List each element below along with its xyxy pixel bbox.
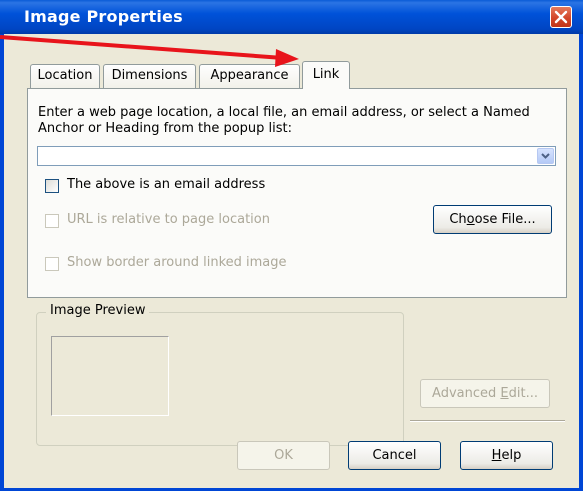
relative-url-checkbox[interactable] xyxy=(45,214,59,228)
show-border-checkbox[interactable] xyxy=(45,257,59,271)
email-address-checkbox[interactable] xyxy=(45,179,59,193)
close-icon xyxy=(554,10,568,24)
advanced-edit-mnemonic: E xyxy=(500,386,509,401)
choose-file-mnemonic: o xyxy=(466,212,475,227)
choose-file-label-b: ose File... xyxy=(474,212,536,227)
ok-button[interactable]: OK xyxy=(237,441,330,470)
advanced-edit-button[interactable]: Advanced Edit... xyxy=(420,379,550,408)
help-mnemonic: H xyxy=(491,448,502,463)
image-preview-area xyxy=(51,336,169,416)
choose-file-button[interactable]: Choose File... xyxy=(433,205,552,234)
window-frame-left xyxy=(0,34,4,491)
advanced-edit-label-b: dit... xyxy=(508,386,538,401)
advanced-edit-label-a: Advanced xyxy=(432,386,501,401)
chevron-down-icon xyxy=(541,153,550,159)
choose-file-label-a: Ch xyxy=(449,212,467,227)
help-button[interactable]: Help xyxy=(460,441,553,470)
show-border-label: Show border around linked image xyxy=(67,255,287,270)
link-url-combobox[interactable] xyxy=(37,146,556,166)
link-instructions: Enter a web page location, a local file,… xyxy=(38,105,530,136)
email-address-label[interactable]: The above is an email address xyxy=(67,177,265,192)
relative-url-label: URL is relative to page location xyxy=(67,212,270,227)
image-preview-title: Image Preview xyxy=(46,303,150,318)
help-label: elp xyxy=(501,448,522,463)
link-url-dropdown-button[interactable] xyxy=(537,148,554,164)
image-properties-dialog: Image Properties Location Dimensions App… xyxy=(0,0,583,491)
annotation-arrow-icon xyxy=(0,35,299,67)
separator-line xyxy=(410,420,565,422)
close-button[interactable] xyxy=(550,6,572,28)
cancel-button[interactable]: Cancel xyxy=(348,441,441,470)
window-frame-right xyxy=(579,34,583,491)
